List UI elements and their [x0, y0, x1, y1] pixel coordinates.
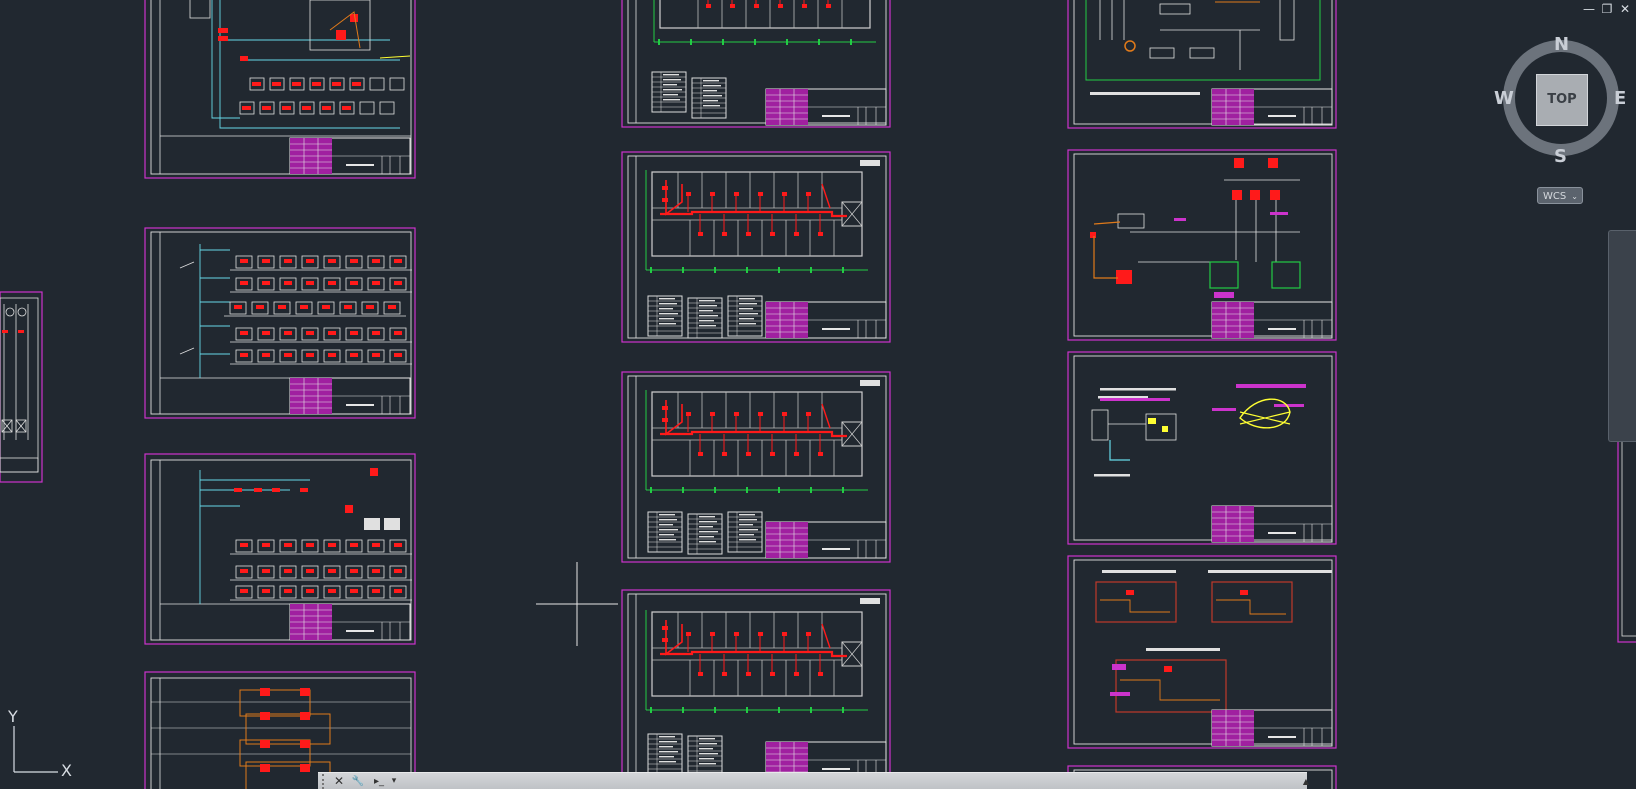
wcs-dropdown[interactable]: WCS ⌄	[1537, 187, 1583, 204]
drawing-sheet-7[interactable]	[621, 371, 891, 563]
drawing-sheet-11[interactable]	[1067, 351, 1337, 545]
collapsed-palette[interactable]	[1608, 230, 1636, 442]
drawing-sheet-left-partial[interactable]	[0, 291, 43, 483]
ucs-x-label: X	[61, 761, 72, 780]
drawing-sheet-6[interactable]	[621, 151, 891, 343]
viewcube[interactable]: N S W E TOP	[1494, 34, 1628, 172]
close-icon[interactable]: ✕	[332, 774, 346, 789]
ucs-y-label: Y	[7, 707, 18, 726]
drawing-sheet-5[interactable]	[621, 0, 891, 128]
compass-north[interactable]: N	[1554, 34, 1569, 55]
minimize-button[interactable]: —	[1582, 2, 1596, 16]
command-prompt-icon[interactable]: ▸_	[370, 774, 388, 789]
drawing-sheet-12[interactable]	[1067, 555, 1337, 749]
drawing-sheet-2[interactable]	[144, 227, 416, 419]
command-line[interactable]: ✕ 🔧 ▸_ ▾ ▲	[318, 772, 1309, 789]
compass-west[interactable]: W	[1494, 88, 1514, 109]
viewcube-top-face[interactable]: TOP	[1536, 74, 1588, 126]
wcs-label: WCS	[1543, 191, 1567, 202]
drawing-sheet-9[interactable]	[1067, 0, 1337, 129]
chevron-down-icon[interactable]: ▾	[388, 774, 400, 789]
drawing-sheet-3[interactable]	[144, 453, 416, 645]
ucs-icon	[13, 726, 58, 773]
drawing-sheet-1[interactable]	[144, 0, 416, 179]
grip-handle[interactable]	[322, 774, 330, 789]
scroll-up-icon[interactable]: ▲	[1300, 774, 1312, 789]
chevron-down-icon: ⌄	[1571, 192, 1578, 201]
crosshair-cursor	[536, 562, 618, 646]
compass-east[interactable]: E	[1614, 88, 1626, 109]
wrench-icon[interactable]: 🔧	[350, 774, 366, 789]
drawing-sheet-10[interactable]	[1067, 149, 1337, 341]
restore-button[interactable]: ❐	[1600, 2, 1614, 16]
model-space-canvas[interactable]: X Y	[0, 0, 1636, 789]
drawing-sheet-8[interactable]	[621, 589, 891, 789]
close-button[interactable]: ✕	[1618, 2, 1632, 16]
compass-south[interactable]: S	[1554, 146, 1567, 167]
